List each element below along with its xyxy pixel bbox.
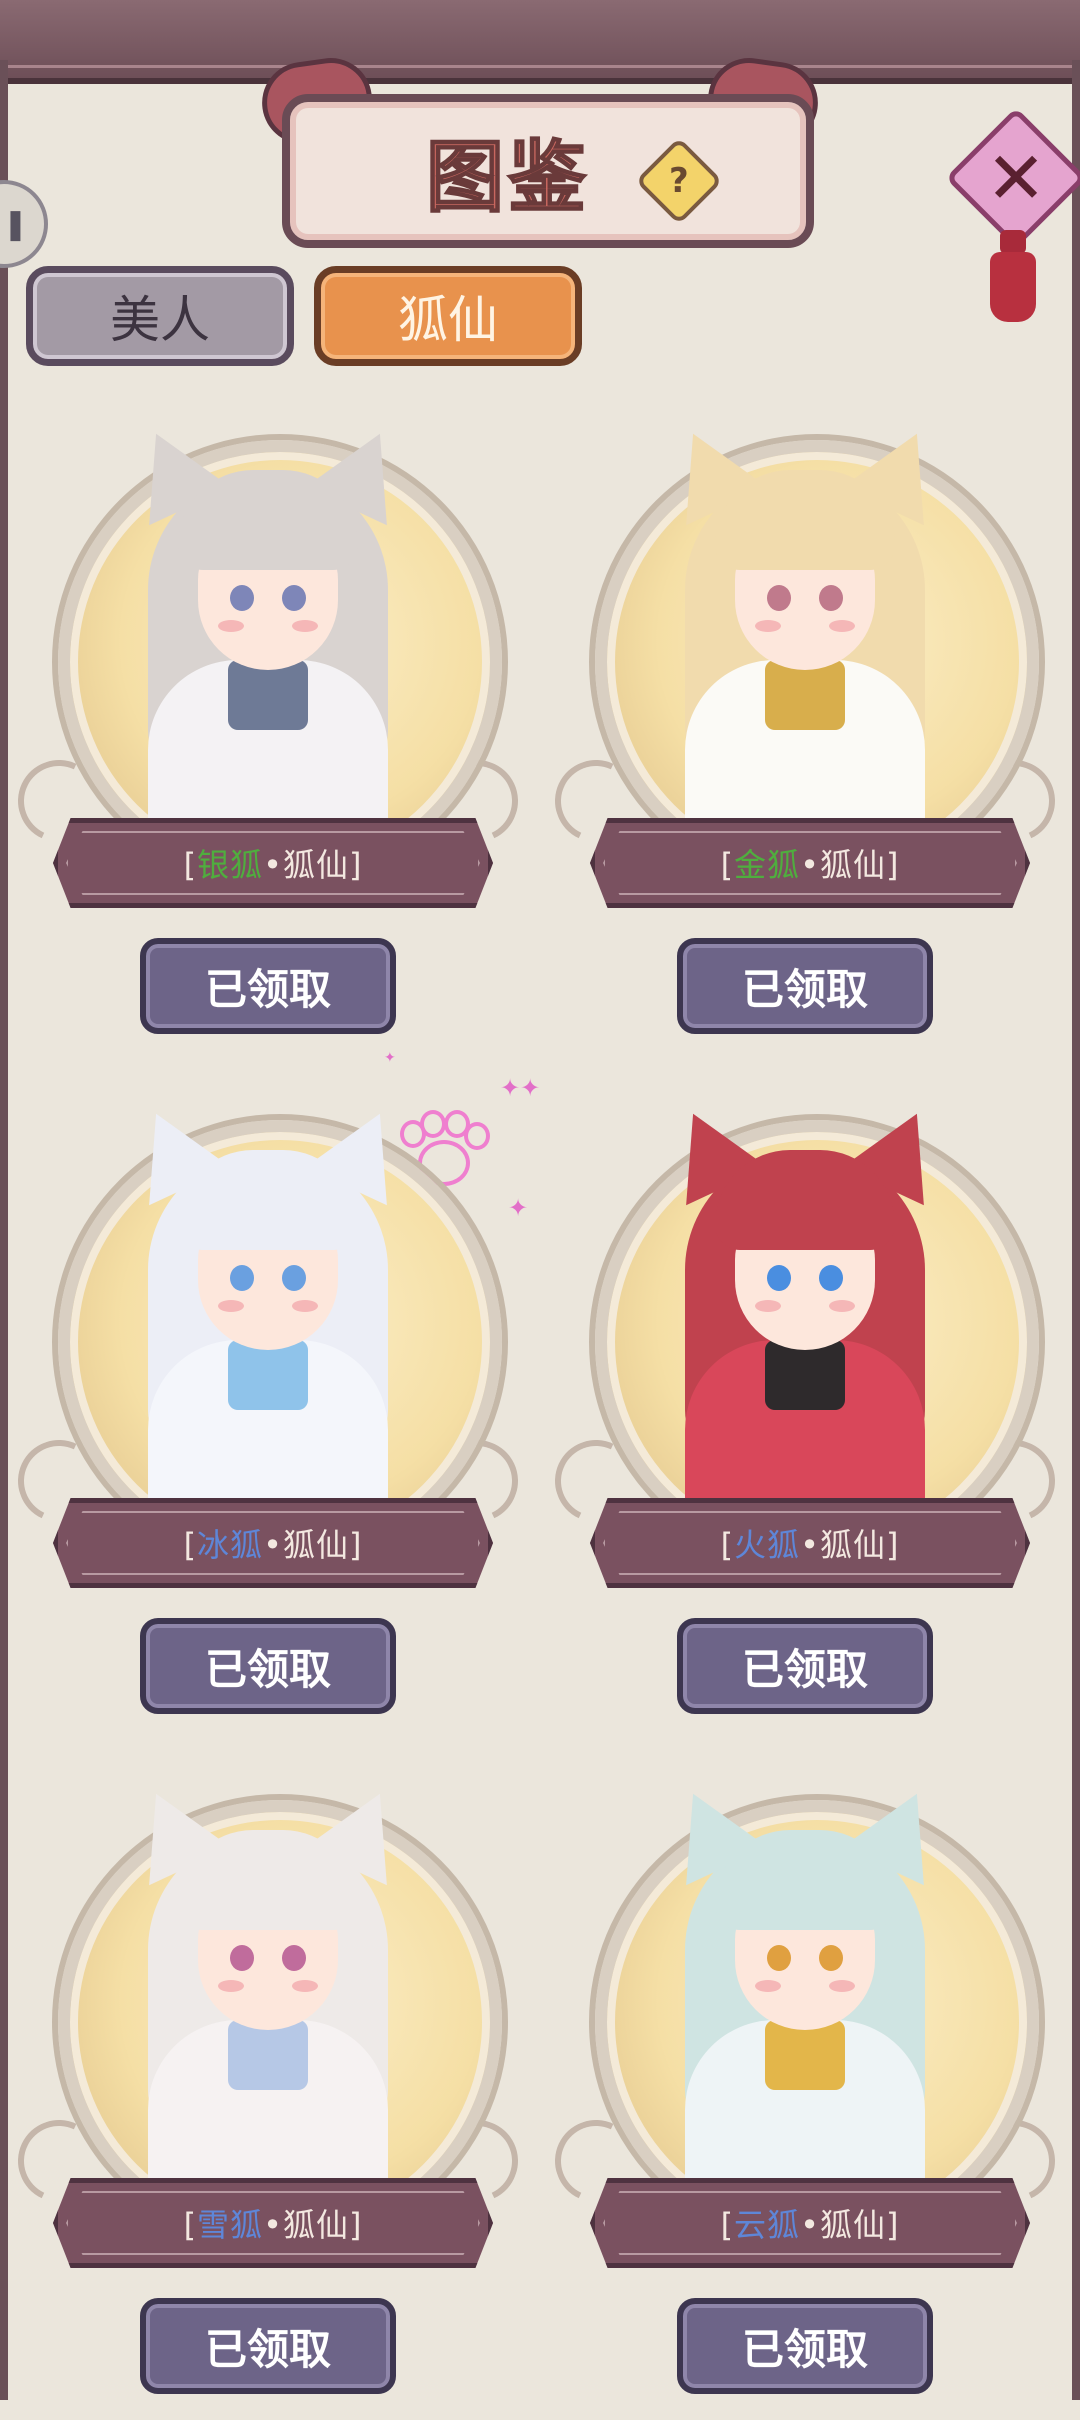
fox-category: 狐仙 bbox=[282, 846, 349, 884]
character-blush bbox=[218, 620, 244, 632]
character-portrait bbox=[615, 410, 995, 860]
character-eye bbox=[819, 1945, 843, 1971]
character-portrait bbox=[615, 1090, 995, 1540]
page-title: 图鉴 bbox=[425, 132, 590, 224]
character-eye bbox=[230, 585, 254, 611]
character-blush bbox=[829, 1980, 855, 1992]
help-label: ? bbox=[669, 160, 689, 201]
fox-card[interactable]: [云狐•狐仙] 已领取 bbox=[543, 1774, 1067, 2420]
tassel-knot bbox=[1000, 230, 1026, 254]
claimed-button[interactable]: 已领取 bbox=[140, 938, 396, 1034]
close-icon: ✕ bbox=[985, 136, 1047, 220]
character-blush bbox=[829, 620, 855, 632]
fox-category: 狐仙 bbox=[819, 846, 886, 884]
tab-fox-immortal[interactable]: 狐仙 bbox=[314, 266, 582, 366]
outfit-accent bbox=[765, 1340, 845, 1410]
tab-beauty[interactable]: 美人 bbox=[26, 266, 294, 366]
claimed-button[interactable]: 已领取 bbox=[140, 2298, 396, 2394]
claimed-button[interactable]: 已领取 bbox=[677, 2298, 933, 2394]
fox-card[interactable]: [银狐•狐仙] 已领取 bbox=[6, 414, 530, 1060]
title-panel: 图鉴 ? bbox=[282, 94, 814, 248]
character-eye bbox=[282, 1265, 306, 1291]
character-eye bbox=[767, 1265, 791, 1291]
name-label: [银狐•狐仙] bbox=[183, 846, 363, 884]
character-blush bbox=[755, 1300, 781, 1312]
fox-name: 金狐 bbox=[734, 846, 801, 884]
fox-name: 火狐 bbox=[734, 1526, 801, 1564]
claimed-button[interactable]: 已领取 bbox=[140, 1618, 396, 1714]
pause-icon: ❚❚ bbox=[0, 206, 28, 242]
character-blush bbox=[755, 620, 781, 632]
character-eye bbox=[819, 1265, 843, 1291]
character-blush bbox=[292, 1980, 318, 1992]
title-plaque: 图鉴 ? bbox=[256, 52, 824, 248]
character-blush bbox=[292, 620, 318, 632]
fox-card[interactable]: [金狐•狐仙] 已领取 bbox=[543, 414, 1067, 1060]
name-banner: [冰狐•狐仙] bbox=[53, 1498, 493, 1588]
outfit-accent bbox=[228, 1340, 308, 1410]
close-button[interactable]: ✕ bbox=[945, 107, 1080, 328]
fox-name: 雪狐 bbox=[197, 2206, 264, 2244]
name-label: [雪狐•狐仙] bbox=[183, 2206, 363, 2244]
name-label: [云狐•狐仙] bbox=[720, 2206, 900, 2244]
character-blush bbox=[755, 1980, 781, 1992]
name-label: [冰狐•狐仙] bbox=[183, 1526, 363, 1564]
character-eye bbox=[767, 1945, 791, 1971]
right-frame bbox=[1072, 60, 1080, 2400]
name-banner: [金狐•狐仙] bbox=[590, 818, 1030, 908]
fox-category: 狐仙 bbox=[282, 2206, 349, 2244]
name-banner: [云狐•狐仙] bbox=[590, 2178, 1030, 2268]
character-eye bbox=[282, 585, 306, 611]
fox-name: 冰狐 bbox=[197, 1526, 264, 1564]
character-portrait bbox=[78, 1090, 458, 1540]
claimed-button[interactable]: 已领取 bbox=[677, 1618, 933, 1714]
outfit-accent bbox=[228, 2020, 308, 2090]
character-blush bbox=[829, 1300, 855, 1312]
fox-name: 云狐 bbox=[734, 2206, 801, 2244]
fox-category: 狐仙 bbox=[819, 2206, 886, 2244]
character-eye bbox=[282, 1945, 306, 1971]
claimed-button[interactable]: 已领取 bbox=[677, 938, 933, 1034]
character-eye bbox=[230, 1945, 254, 1971]
outfit-accent bbox=[765, 2020, 845, 2090]
fox-category: 狐仙 bbox=[819, 1526, 886, 1564]
fox-name: 银狐 bbox=[197, 846, 264, 884]
character-portrait bbox=[615, 1770, 995, 2220]
character-blush bbox=[218, 1300, 244, 1312]
character-blush bbox=[218, 1980, 244, 1992]
character-eye bbox=[819, 585, 843, 611]
fox-card[interactable]: [火狐•狐仙] 已领取 bbox=[543, 1094, 1067, 1740]
character-eye bbox=[230, 1265, 254, 1291]
character-portrait bbox=[78, 410, 458, 860]
character-portrait bbox=[78, 1770, 458, 2220]
tassel bbox=[990, 252, 1036, 322]
name-label: [火狐•狐仙] bbox=[720, 1526, 900, 1564]
name-banner: [火狐•狐仙] bbox=[590, 1498, 1030, 1588]
fox-category: 狐仙 bbox=[282, 1526, 349, 1564]
outfit-accent bbox=[228, 660, 308, 730]
name-banner: [银狐•狐仙] bbox=[53, 818, 493, 908]
sparkle-icon: ✦✦ bbox=[500, 1074, 541, 1102]
name-label: [金狐•狐仙] bbox=[720, 846, 900, 884]
side-floating-button[interactable]: ❚❚ bbox=[0, 180, 48, 268]
fox-card[interactable]: [雪狐•狐仙] 已领取 bbox=[6, 1774, 530, 2420]
outfit-accent bbox=[765, 660, 845, 730]
left-frame bbox=[0, 60, 8, 2400]
character-blush bbox=[292, 1300, 318, 1312]
fox-card[interactable]: [冰狐•狐仙] 已领取 bbox=[6, 1094, 530, 1740]
character-eye bbox=[767, 585, 791, 611]
name-banner: [雪狐•狐仙] bbox=[53, 2178, 493, 2268]
